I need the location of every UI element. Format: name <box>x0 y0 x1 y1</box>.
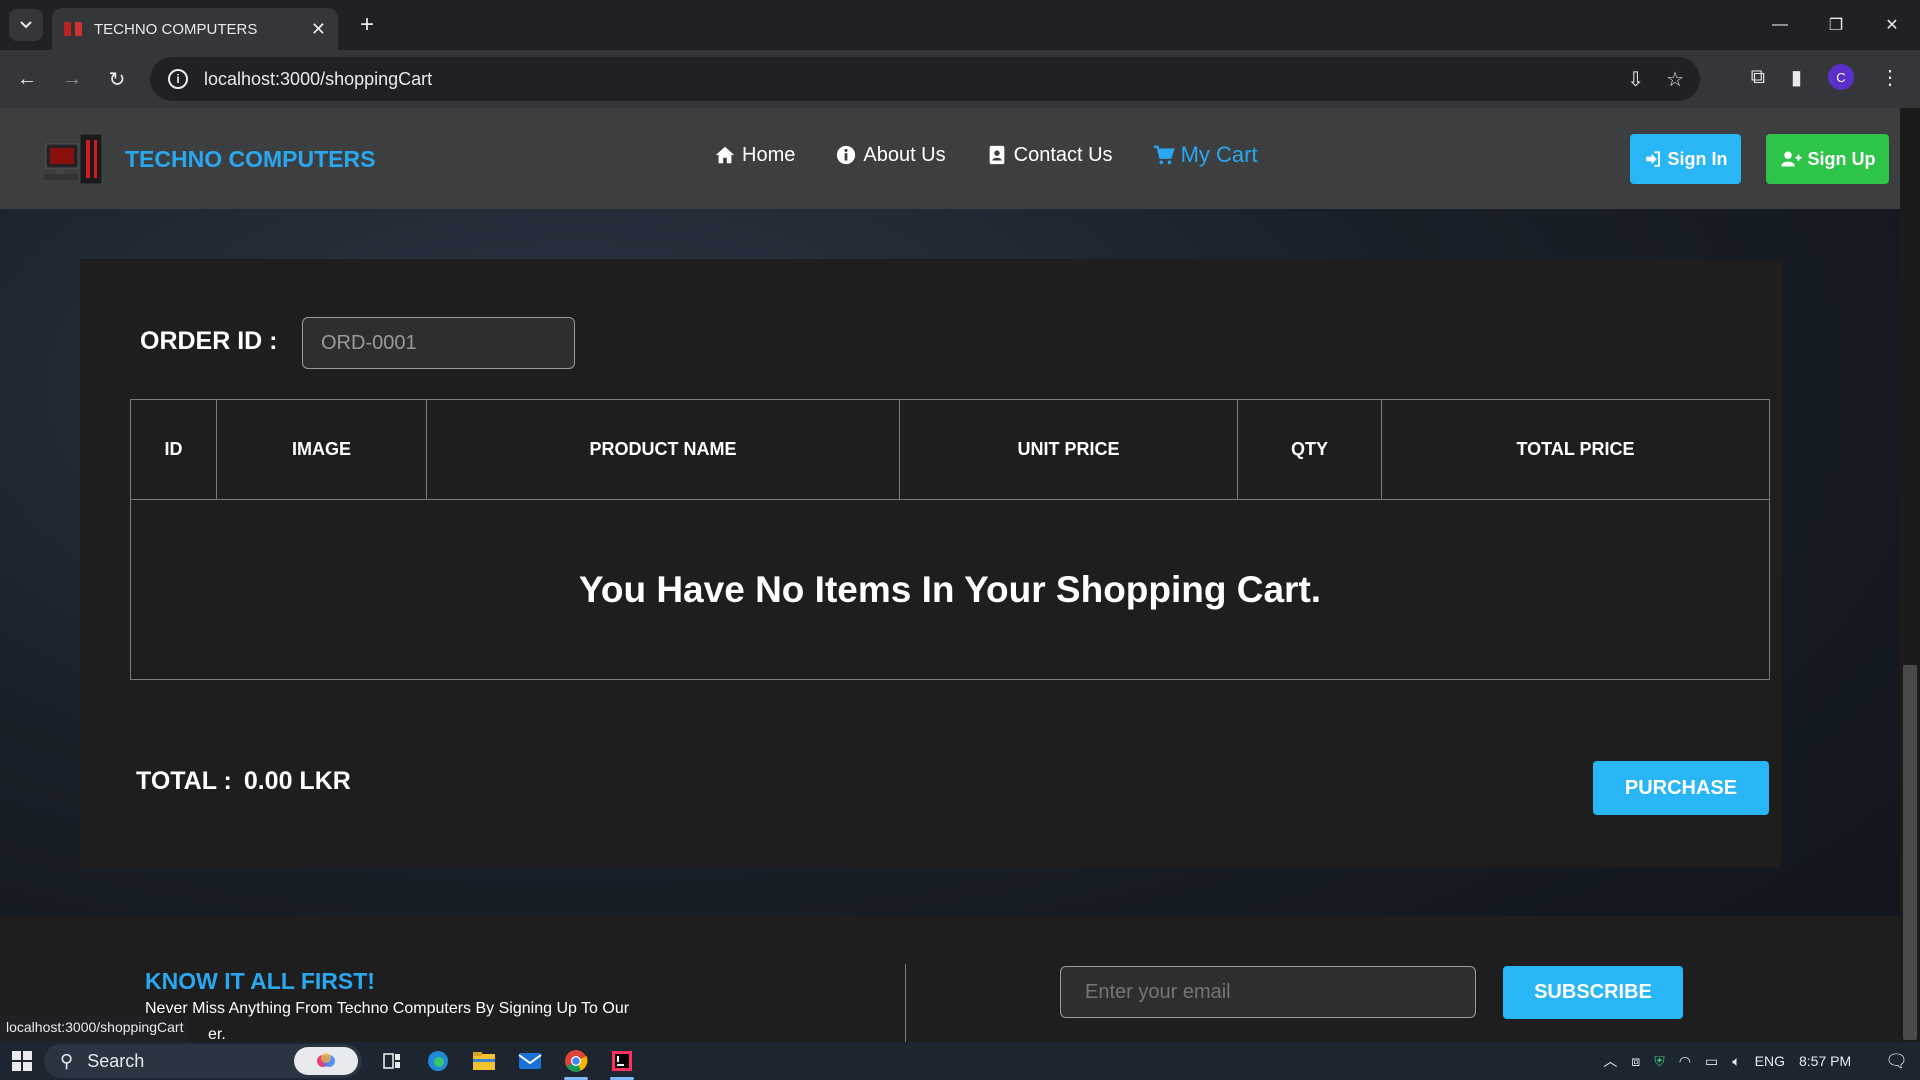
newsletter-section: KNOW IT ALL FIRST! Never Miss Anything F… <box>0 916 1900 1042</box>
taskbar-search-label: Search <box>87 1050 145 1071</box>
side-panel-icon[interactable]: ▮ <box>1791 65 1802 90</box>
taskbar-apps <box>378 1047 636 1080</box>
total-value: 0.00 LKR <box>243 767 351 795</box>
kebab-menu-icon[interactable]: ⋮ <box>1880 65 1900 90</box>
wifi-icon[interactable]: ◠ <box>1679 1053 1691 1070</box>
col-product-name: PRODUCT NAME <box>426 399 900 500</box>
search-icon: ⚲ <box>60 1050 74 1071</box>
bookmark-star-icon[interactable]: ☆ <box>1666 67 1684 92</box>
divider <box>905 964 906 1042</box>
new-tab-button[interactable]: + <box>352 10 382 40</box>
sign-up-label: Sign Up <box>1807 148 1876 169</box>
brand-name[interactable]: TECHNO COMPUTERS <box>125 146 375 173</box>
battery-icon[interactable]: ▭ <box>1705 1053 1718 1070</box>
clock[interactable]: 8:57 PM <box>1799 1053 1851 1069</box>
intellij-icon[interactable] <box>608 1047 636 1080</box>
taskbar: ⚲ Search ︿ ⧈ ⛨ ◠ ▭ 🔈︎ ENG 8:57 PM 🗨︎ <box>0 1042 1920 1080</box>
home-icon <box>715 146 735 164</box>
web-page: TECHNO COMPUTERS Home About Us Contact U… <box>0 108 1920 1042</box>
notifications-icon[interactable]: 🗨︎ <box>1865 1051 1908 1072</box>
pc-logo-icon[interactable] <box>42 130 108 192</box>
taskbar-search[interactable]: ⚲ Search <box>44 1044 362 1078</box>
nav-home[interactable]: Home <box>714 144 795 167</box>
nav-about-label: About Us <box>863 143 946 166</box>
favicon-icon <box>64 22 82 36</box>
nav-home-label: Home <box>742 143 796 166</box>
mail-icon[interactable] <box>516 1047 544 1075</box>
browser-tabbar: TECHNO COMPUTERS ✕ + — ❐ ✕ <box>0 0 1920 50</box>
extensions-icon[interactable]: ⧉ <box>1751 66 1765 89</box>
table-header-row: ID IMAGE PRODUCT NAME UNIT PRICE QTY TOT… <box>130 399 1770 500</box>
language-indicator[interactable]: ENG <box>1755 1053 1785 1069</box>
forward-arrow-icon[interactable]: → <box>57 64 87 94</box>
contact-card-icon <box>989 145 1004 165</box>
address-url: localhost:3000/shoppingCart <box>204 68 433 89</box>
nav-cart-label: My Cart <box>1180 142 1258 167</box>
total-label: TOTAL : <box>136 767 232 795</box>
sign-in-button[interactable]: Sign In <box>1630 134 1741 184</box>
site-header: TECHNO COMPUTERS Home About Us Contact U… <box>0 108 1900 209</box>
browser-tab[interactable]: TECHNO COMPUTERS ✕ <box>52 8 338 50</box>
system-tray: ︿ ⧈ ⛨ ◠ ▭ 🔈︎ ENG 8:57 PM 🗨︎ <box>1603 1042 1920 1080</box>
nav-cart[interactable]: My Cart <box>1153 142 1258 168</box>
cart-table: ID IMAGE PRODUCT NAME UNIT PRICE QTY TOT… <box>130 399 1770 680</box>
order-id-field[interactable] <box>302 317 575 369</box>
edge-icon[interactable] <box>424 1047 452 1075</box>
install-app-icon[interactable]: ⇩ <box>1627 67 1644 92</box>
tab-title: TECHNO COMPUTERS <box>94 20 258 38</box>
defender-shield-icon[interactable]: ⛨ <box>1654 1053 1665 1070</box>
scrollbar-thumb[interactable] <box>1903 665 1917 1040</box>
file-explorer-icon[interactable] <box>470 1047 498 1075</box>
chevron-down-icon <box>20 21 32 29</box>
back-arrow-icon[interactable]: ← <box>12 64 42 94</box>
status-bar-url: localhost:3000/shoppingCart <box>0 1016 190 1042</box>
chevron-up-icon[interactable]: ︿ <box>1603 1051 1617 1071</box>
nav-about[interactable]: About Us <box>835 143 946 167</box>
col-unit-price: UNIT PRICE <box>899 399 1238 500</box>
site-info-icon[interactable]: i <box>168 69 188 89</box>
info-icon <box>837 145 856 165</box>
order-id-label: ORDER ID : <box>140 327 278 355</box>
page-scrollbar[interactable] <box>1900 108 1920 1042</box>
sign-in-label: Sign In <box>1667 148 1728 169</box>
restore-icon[interactable]: ❐ <box>1808 0 1864 50</box>
col-qty: QTY <box>1237 399 1382 500</box>
newsletter-text: Never Miss Anything From Techno Computer… <box>145 1000 630 1017</box>
col-total-price: TOTAL PRICE <box>1381 399 1770 500</box>
tab-search-button[interactable] <box>9 9 43 41</box>
address-bar[interactable]: i localhost:3000/shoppingCart ⇩ ☆ <box>150 57 1700 101</box>
volume-icon[interactable]: 🔈︎ <box>1732 1053 1740 1070</box>
chrome-icon[interactable] <box>562 1047 590 1080</box>
reload-icon[interactable]: ↻ <box>102 64 132 94</box>
table-row: You Have No Items In Your Shopping Cart. <box>130 499 1770 680</box>
minimize-icon[interactable]: — <box>1752 0 1808 50</box>
newsletter-title: KNOW IT ALL FIRST! <box>145 968 375 994</box>
newsletter-text-cont: er. <box>208 1026 226 1042</box>
browser-toolbar: ← → ↻ i localhost:3000/shoppingCart ⇩ ☆ … <box>0 50 1920 108</box>
nav-contact[interactable]: Contact Us <box>986 144 1113 167</box>
close-window-icon[interactable]: ✕ <box>1864 0 1920 50</box>
window-controls: — ❐ ✕ <box>1752 0 1920 50</box>
close-tab-icon[interactable]: ✕ <box>311 19 326 40</box>
nav-contact-label: Contact Us <box>1013 143 1113 166</box>
col-id: ID <box>130 399 217 500</box>
main-nav: Home About Us Contact Us My Cart <box>714 142 1258 168</box>
copilot-icon[interactable] <box>294 1047 358 1075</box>
add-user-icon <box>1780 151 1801 167</box>
task-view-icon[interactable] <box>378 1047 406 1075</box>
windows-start-icon[interactable] <box>0 1042 44 1080</box>
empty-cart-message: You Have No Items In Your Shopping Cart. <box>130 499 1770 680</box>
sign-up-button[interactable]: Sign Up <box>1766 134 1889 184</box>
meet-now-icon[interactable]: ⧈ <box>1631 1053 1640 1070</box>
col-image: IMAGE <box>216 399 427 500</box>
cart-panel: ORDER ID : ID IMAGE PRODUCT NAME UNIT PR… <box>80 259 1782 867</box>
email-field[interactable] <box>1060 966 1476 1018</box>
profile-avatar[interactable]: C <box>1828 64 1854 90</box>
cart-total: TOTAL : 0.00 LKR <box>136 767 351 796</box>
subscribe-button[interactable]: SUBSCRIBE <box>1503 966 1683 1019</box>
cart-icon <box>1153 145 1175 165</box>
purchase-button[interactable]: PURCHASE <box>1593 761 1769 815</box>
sign-in-icon <box>1645 151 1660 167</box>
